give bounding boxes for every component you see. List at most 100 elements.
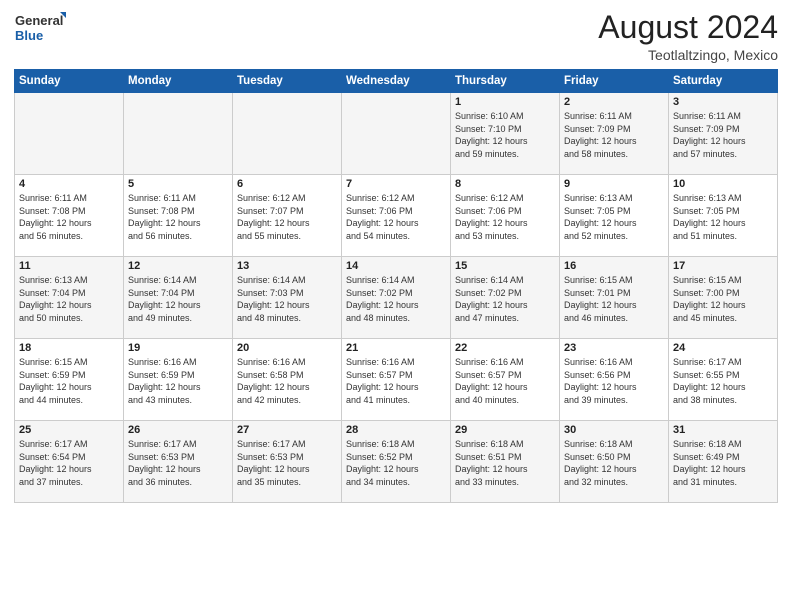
week-row-5: 25Sunrise: 6:17 AMSunset: 6:54 PMDayligh… [15,421,778,503]
week-row-2: 4 Sunrise: 6:11 AMSunset: 7:08 PMDaylight… [15,175,778,257]
day-number: 29 [455,424,555,436]
day-info: Sunrise: 6:10 AMSunset: 7:10 PMDaylight:… [455,110,555,160]
day-number: 9 [564,178,664,190]
day-info: Sunrise: 6:17 AMSunset: 6:53 PMDaylight:… [128,438,228,488]
header-monday: Monday [124,70,233,93]
day-cell: 1 Sunrise: 6:10 AMSunset: 7:10 PMDaylight… [451,93,560,175]
day-cell: 14Sunrise: 6:14 AMSunset: 7:02 PMDayligh… [342,257,451,339]
title-block: August 2024 Teotlaltzingo, Mexico [598,10,778,63]
day-info: Sunrise: 6:14 AMSunset: 7:03 PMDaylight:… [237,274,337,324]
day-info: Sunrise: 6:18 AMSunset: 6:50 PMDaylight:… [564,438,664,488]
day-number: 18 [19,342,119,354]
day-info: Sunrise: 6:18 AMSunset: 6:49 PMDaylight:… [673,438,773,488]
day-number: 24 [673,342,773,354]
day-cell: 12Sunrise: 6:14 AMSunset: 7:04 PMDayligh… [124,257,233,339]
day-info: Sunrise: 6:17 AMSunset: 6:53 PMDaylight:… [237,438,337,488]
day-cell: 6 Sunrise: 6:12 AMSunset: 7:07 PMDaylight… [233,175,342,257]
header-wednesday: Wednesday [342,70,451,93]
day-number: 21 [346,342,446,354]
day-number: 19 [128,342,228,354]
day-info: Sunrise: 6:12 AMSunset: 7:06 PMDaylight:… [346,192,446,242]
day-cell: 7 Sunrise: 6:12 AMSunset: 7:06 PMDaylight… [342,175,451,257]
day-cell: 24 Sunrise: 6:17 AMSunset: 6:55 PMDayligh… [669,339,778,421]
day-cell: 28 Sunrise: 6:18 AMSunset: 6:52 PMDayligh… [342,421,451,503]
day-cell: 3Sunrise: 6:11 AMSunset: 7:09 PMDaylight… [669,93,778,175]
header-sunday: Sunday [15,70,124,93]
day-cell: 22 Sunrise: 6:16 AMSunset: 6:57 PMDayligh… [451,339,560,421]
week-row-3: 11 Sunrise: 6:13 AMSunset: 7:04 PMDayligh… [15,257,778,339]
day-info: Sunrise: 6:16 AMSunset: 6:57 PMDaylight:… [455,356,555,406]
day-number: 15 [455,260,555,272]
week-row-1: 1 Sunrise: 6:10 AMSunset: 7:10 PMDaylight… [15,93,778,175]
day-number: 16 [564,260,664,272]
day-number: 10 [673,178,773,190]
day-cell: 26 Sunrise: 6:17 AMSunset: 6:53 PMDayligh… [124,421,233,503]
day-number: 20 [237,342,337,354]
day-number: 23 [564,342,664,354]
day-number: 11 [19,260,119,272]
day-cell: 2Sunrise: 6:11 AMSunset: 7:09 PMDaylight… [560,93,669,175]
day-info: Sunrise: 6:13 AMSunset: 7:05 PMDaylight:… [564,192,664,242]
day-number: 4 [19,178,119,190]
day-cell: 30 Sunrise: 6:18 AMSunset: 6:50 PMDayligh… [560,421,669,503]
day-number: 30 [564,424,664,436]
day-info: Sunrise: 6:17 AMSunset: 6:55 PMDaylight:… [673,356,773,406]
day-number: 1 [455,96,555,108]
header-tuesday: Tuesday [233,70,342,93]
day-cell: 20Sunrise: 6:16 AMSunset: 6:58 PMDayligh… [233,339,342,421]
day-number: 28 [346,424,446,436]
day-cell: 9 Sunrise: 6:13 AMSunset: 7:05 PMDaylight… [560,175,669,257]
day-cell: 23 Sunrise: 6:16 AMSunset: 6:56 PMDayligh… [560,339,669,421]
day-info: Sunrise: 6:11 AMSunset: 7:09 PMDaylight:… [564,110,664,160]
day-info: Sunrise: 6:13 AMSunset: 7:04 PMDaylight:… [19,274,119,324]
header-friday: Friday [560,70,669,93]
day-number: 26 [128,424,228,436]
day-info: Sunrise: 6:16 AMSunset: 6:56 PMDaylight:… [564,356,664,406]
day-info: Sunrise: 6:11 AMSunset: 7:08 PMDaylight:… [19,192,119,242]
day-cell: 31Sunrise: 6:18 AMSunset: 6:49 PMDayligh… [669,421,778,503]
day-info: Sunrise: 6:18 AMSunset: 6:52 PMDaylight:… [346,438,446,488]
day-info: Sunrise: 6:18 AMSunset: 6:51 PMDaylight:… [455,438,555,488]
day-info: Sunrise: 6:11 AMSunset: 7:08 PMDaylight:… [128,192,228,242]
day-cell: 19Sunrise: 6:16 AMSunset: 6:59 PMDayligh… [124,339,233,421]
header-saturday: Saturday [669,70,778,93]
calendar-table: Sunday Monday Tuesday Wednesday Thursday… [14,69,778,503]
day-info: Sunrise: 6:15 AMSunset: 7:00 PMDaylight:… [673,274,773,324]
day-number: 17 [673,260,773,272]
day-cell [124,93,233,175]
day-cell [342,93,451,175]
day-info: Sunrise: 6:13 AMSunset: 7:05 PMDaylight:… [673,192,773,242]
day-number: 6 [237,178,337,190]
day-info: Sunrise: 6:15 AMSunset: 7:01 PMDaylight:… [564,274,664,324]
day-cell [15,93,124,175]
day-info: Sunrise: 6:14 AMSunset: 7:02 PMDaylight:… [455,274,555,324]
month-year: August 2024 [598,10,778,45]
day-cell: 13 Sunrise: 6:14 AMSunset: 7:03 PMDayligh… [233,257,342,339]
day-info: Sunrise: 6:11 AMSunset: 7:09 PMDaylight:… [673,110,773,160]
day-number: 7 [346,178,446,190]
day-number: 5 [128,178,228,190]
day-number: 13 [237,260,337,272]
day-number: 27 [237,424,337,436]
week-row-4: 18 Sunrise: 6:15 AMSunset: 6:59 PMDayligh… [15,339,778,421]
day-cell [233,93,342,175]
day-cell: 27 Sunrise: 6:17 AMSunset: 6:53 PMDayligh… [233,421,342,503]
day-info: Sunrise: 6:16 AMSunset: 6:57 PMDaylight:… [346,356,446,406]
logo: General Blue [14,10,66,46]
day-info: Sunrise: 6:15 AMSunset: 6:59 PMDaylight:… [19,356,119,406]
day-info: Sunrise: 6:14 AMSunset: 7:04 PMDaylight:… [128,274,228,324]
day-cell: 16 Sunrise: 6:15 AMSunset: 7:01 PMDayligh… [560,257,669,339]
day-info: Sunrise: 6:17 AMSunset: 6:54 PMDaylight:… [19,438,119,488]
svg-text:General: General [15,13,63,28]
day-cell: 25Sunrise: 6:17 AMSunset: 6:54 PMDayligh… [15,421,124,503]
day-cell: 17 Sunrise: 6:15 AMSunset: 7:00 PMDayligh… [669,257,778,339]
day-info: Sunrise: 6:12 AMSunset: 7:06 PMDaylight:… [455,192,555,242]
day-cell: 10 Sunrise: 6:13 AMSunset: 7:05 PMDayligh… [669,175,778,257]
calendar-header-row: Sunday Monday Tuesday Wednesday Thursday… [15,70,778,93]
day-cell: 21 Sunrise: 6:16 AMSunset: 6:57 PMDayligh… [342,339,451,421]
svg-text:Blue: Blue [15,28,43,43]
day-info: Sunrise: 6:12 AMSunset: 7:07 PMDaylight:… [237,192,337,242]
location: Teotlaltzingo, Mexico [598,47,778,63]
day-cell: 29 Sunrise: 6:18 AMSunset: 6:51 PMDayligh… [451,421,560,503]
day-number: 22 [455,342,555,354]
